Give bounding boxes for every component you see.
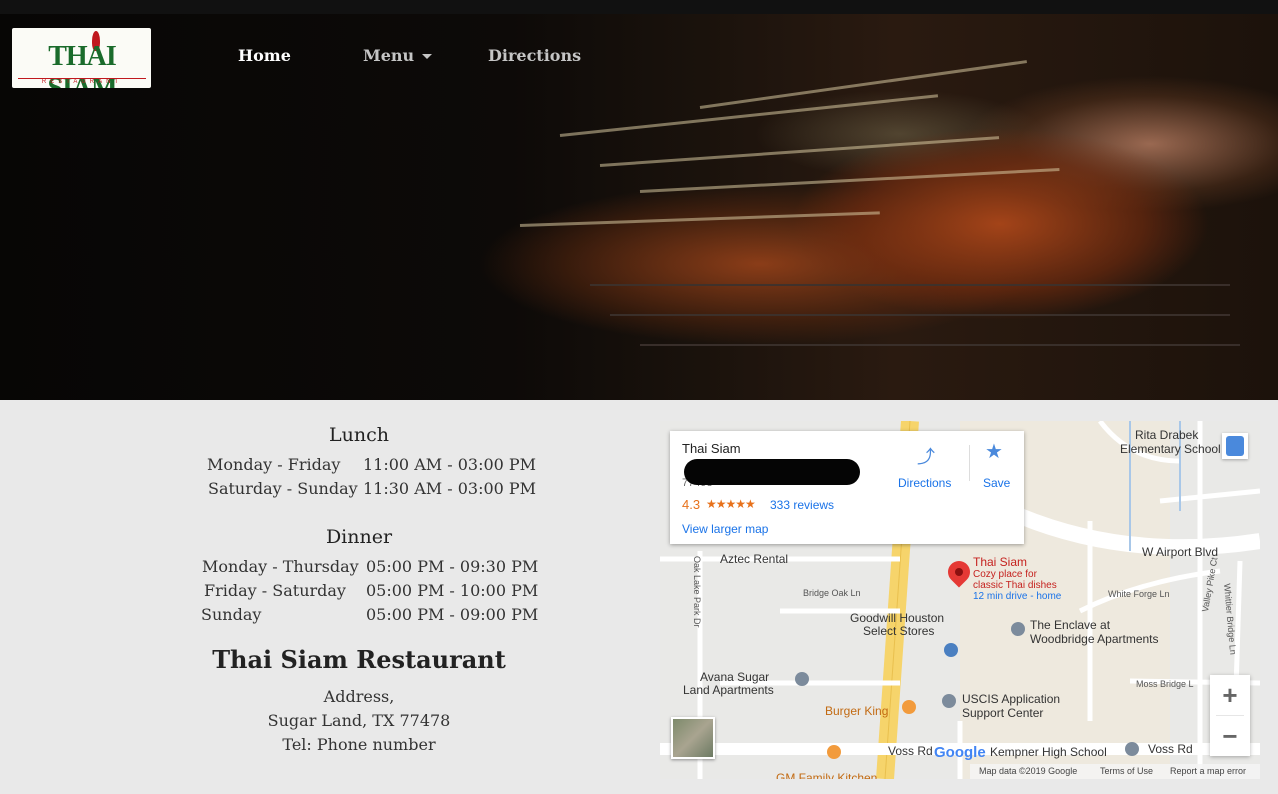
map-label: Avana Sugar (700, 670, 770, 684)
nav-home[interactable]: Home (238, 46, 291, 65)
map-label: Kempner High School (990, 745, 1107, 759)
school-icon (1125, 742, 1139, 756)
zoom-control: + − (1210, 675, 1250, 756)
map-label: Goodwill Houston (850, 611, 945, 625)
dinner-title: Dinner (325, 526, 393, 548)
map-data-text: Map data ©2019 Google (979, 766, 1078, 776)
restaurant-name: Thai Siam Restaurant (212, 645, 506, 674)
map-label: Land Apartments (683, 683, 774, 697)
place-title: Thai Siam (682, 441, 741, 456)
lunch-time: 11:00 AM - 03:00 PM (363, 455, 537, 474)
nav-directions[interactable]: Directions (488, 46, 581, 65)
satellite-toggle[interactable] (671, 717, 715, 759)
place-rating: 4.3 (682, 497, 701, 512)
address-city: Sugar Land, TX 77478 (267, 711, 451, 730)
restaurant-icon (902, 700, 916, 714)
zoom-in-button[interactable]: + (1210, 675, 1250, 715)
nav-menu-label: Menu (363, 46, 415, 65)
logo[interactable]: THAI SIAM RESTAURANT (12, 28, 151, 88)
map-label: Elementary School (1120, 442, 1221, 456)
map-label: Moss Bridge L (1136, 679, 1194, 689)
chevron-down-icon (422, 54, 433, 59)
logo-subtext: RESTAURANT (18, 78, 146, 85)
map-pin-drive: 12 min drive - home (973, 591, 1062, 602)
place-card: Thai Siam 77498 4.3 ★★★★★ 333 reviews Vi… (670, 431, 1024, 544)
skewer-decoration (519, 211, 880, 227)
map-pin-label: Thai Siam (973, 555, 1028, 569)
lunch-days: Monday - Friday (207, 455, 341, 474)
star-save-icon[interactable]: ★ (985, 439, 1003, 464)
skewer-decoration (639, 168, 1060, 193)
google-logo: Google (934, 744, 986, 761)
grill-decoration (640, 344, 1240, 346)
map-label: Rita Drabek (1135, 428, 1199, 442)
grill-decoration (610, 314, 1230, 316)
lunch-time: 11:30 AM - 03:00 PM (363, 479, 537, 498)
shopping-bag-icon (944, 643, 958, 657)
dinner-time: 05:00 PM - 10:00 PM (366, 581, 539, 600)
grill-decoration (590, 284, 1230, 286)
google-map[interactable]: Thai Siam 77498 4.3 ★★★★★ 333 reviews Vi… (660, 421, 1260, 779)
dinner-days: Sunday (201, 605, 262, 624)
map-label: Voss Rd (1148, 742, 1193, 756)
map-label: Select Stores (863, 624, 935, 638)
star-rating-icon: ★★★★★ (706, 497, 756, 511)
map-label: White Forge Ln (1108, 589, 1170, 599)
map-label: Burger King (825, 704, 889, 718)
top-bar (0, 0, 1278, 14)
zoom-out-button[interactable]: − (1210, 716, 1250, 756)
dinner-time: 05:00 PM - 09:30 PM (366, 557, 539, 576)
government-icon (942, 694, 956, 708)
map-label: The Enclave at (1030, 618, 1111, 632)
map-label: Aztec Rental (720, 552, 789, 566)
map-label: USCIS Application (962, 692, 1061, 706)
lunch-title: Lunch (329, 424, 389, 446)
directions-icon[interactable]: ⤴ (915, 443, 937, 469)
street-view-pegman-icon[interactable] (1222, 433, 1248, 459)
map-label: Bridge Oak Ln (803, 588, 861, 598)
directions-button[interactable]: Directions (898, 476, 951, 490)
map-label: Support Center (962, 706, 1044, 720)
apartment-icon (795, 672, 809, 686)
address-label: Address, (323, 687, 395, 706)
map-attribution: Map data ©2019 Google Terms of Use Repor… (970, 764, 1260, 779)
dinner-days: Friday - Saturday (204, 581, 346, 600)
dinner-days: Monday - Thursday (202, 557, 359, 576)
map-label: Woodbridge Apartments (1030, 632, 1159, 646)
terms-link[interactable]: Terms of Use (1100, 766, 1153, 776)
view-larger-map-link[interactable]: View larger map (682, 522, 768, 536)
redaction-bar (684, 459, 860, 485)
map-label: W Airport Blvd (1142, 545, 1219, 559)
reviews-link[interactable]: 333 reviews (770, 498, 834, 512)
skewer-decoration (599, 136, 1000, 167)
map-pin-desc: Cozy place for (973, 569, 1037, 580)
hero-banner (0, 14, 1278, 400)
map-label: GM Family Kitchen (776, 771, 878, 779)
divider (969, 445, 970, 481)
save-button[interactable]: Save (983, 476, 1010, 490)
lunch-days: Saturday - Sunday (208, 479, 358, 498)
apartment-icon (1011, 622, 1025, 636)
telephone: Tel: Phone number (282, 735, 436, 754)
map-pin-desc: classic Thai dishes (973, 580, 1057, 591)
map-label: Voss Rd (888, 744, 933, 758)
dinner-time: 05:00 PM - 09:00 PM (366, 605, 539, 624)
report-error-link[interactable]: Report a map error (1170, 766, 1246, 776)
map-label: Oak Lake Park Dr (692, 556, 702, 628)
nav-menu[interactable]: Menu (363, 46, 433, 65)
restaurant-icon (827, 745, 841, 759)
